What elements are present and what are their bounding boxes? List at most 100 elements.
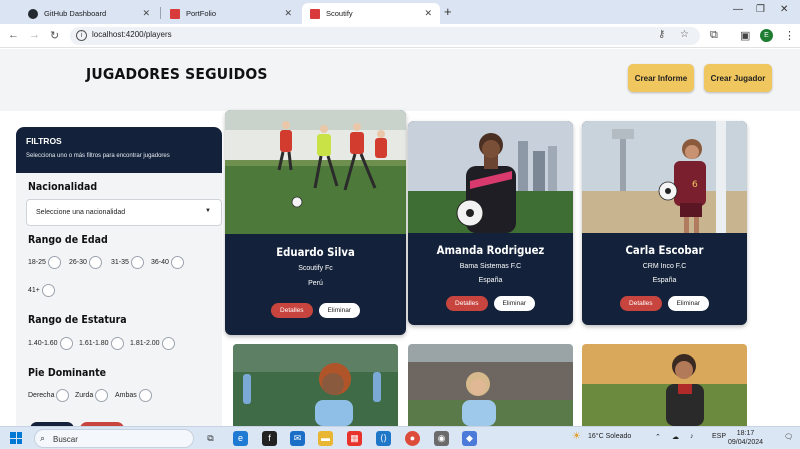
close-tab-icon[interactable]: ✕ [284, 8, 292, 19]
radio-button[interactable] [47, 256, 61, 269]
create-report-button[interactable]: Crear Informe [628, 64, 694, 92]
player-info: Amanda Rodriguez Bama Sistemas F.C Españ… [408, 243, 573, 284]
network-icon[interactable]: ☁ [672, 433, 679, 441]
edge-icon[interactable]: e [233, 431, 248, 446]
taskbar-search[interactable]: ⌕ Buscar [34, 429, 194, 448]
height-option-1[interactable]: 1.40-1.60 [28, 337, 73, 350]
key-icon[interactable]: ⚷ [658, 29, 665, 40]
search-icon: ⌕ [40, 433, 46, 443]
radio-button[interactable] [161, 337, 175, 350]
side-panel-icon[interactable]: ▣ [740, 29, 750, 42]
age-option-36-40[interactable]: 36-40 [151, 256, 184, 269]
player-card[interactable] [408, 344, 573, 426]
player-photo-image [408, 344, 573, 426]
foot-option-left[interactable]: Zurda [75, 389, 109, 402]
card-actions: Detalles Eliminar [408, 296, 573, 311]
file-explorer-icon[interactable]: ▬ [318, 431, 333, 446]
weather-icon: ☀ [572, 431, 581, 442]
height-option-3[interactable]: 1.81-2.00 [130, 337, 175, 350]
office-icon[interactable]: ▦ [347, 431, 362, 446]
option-label: Derecha [28, 392, 55, 399]
reload-icon[interactable]: ↻ [50, 29, 59, 42]
details-button[interactable]: Detalles [446, 296, 488, 311]
radio-button[interactable] [138, 389, 152, 402]
radio-button[interactable] [41, 284, 55, 297]
site-info-icon[interactable]: i [76, 30, 87, 41]
app-icon[interactable]: ◆ [462, 431, 477, 446]
filters-title: FILTROS [26, 136, 62, 146]
github-icon [28, 8, 38, 19]
mail-icon[interactable]: ✉ [290, 431, 305, 446]
tab-scoutify[interactable]: Scoutify ✕ [302, 3, 440, 24]
age-option-18-25[interactable]: 18-25 [28, 256, 61, 269]
nationality-select[interactable]: Seleccione una nacionalidad ▼ [26, 199, 222, 226]
tray-chevron-icon[interactable]: ⌃ [655, 433, 661, 441]
profile-avatar[interactable]: E [760, 29, 773, 42]
extensions-icon[interactable]: ⧉ [710, 29, 718, 42]
vscode-icon[interactable]: ⟨⟩ [376, 431, 391, 446]
tab-separator [160, 7, 161, 19]
delete-button[interactable]: Eliminar [667, 296, 709, 311]
tab-portfolio[interactable]: PortFolio ✕ [162, 3, 300, 24]
taskbar-clock[interactable]: 18:17 09/04/2024 [728, 429, 763, 447]
details-button[interactable]: Detalles [271, 303, 313, 318]
option-label: 18-25 [28, 259, 46, 266]
player-card[interactable] [233, 344, 398, 426]
address-bar[interactable]: i localhost:4200/players ⚷ ☆ [70, 27, 700, 45]
language-indicator[interactable]: ESP [712, 433, 726, 440]
volume-icon[interactable]: ♪ [690, 433, 694, 440]
radio-button[interactable] [170, 256, 184, 269]
tab-github-dashboard[interactable]: GitHub Dashboard ✕ [20, 3, 158, 24]
foot-option-both[interactable]: Ambas [115, 389, 152, 402]
radio-button[interactable] [56, 389, 70, 402]
menu-icon[interactable]: ⋮ [784, 29, 795, 42]
figma-icon[interactable]: f [262, 431, 277, 446]
radio-button[interactable] [88, 256, 102, 269]
player-card[interactable]: Eduardo Silva Scoutify Fc Perú Detalles … [225, 110, 406, 335]
create-player-button[interactable]: Crear Jugador [704, 64, 772, 92]
minimize-icon[interactable]: — [733, 4, 743, 15]
foot-option-right[interactable]: Derecha [28, 389, 70, 402]
close-window-icon[interactable]: ✕ [780, 4, 788, 15]
height-option-2[interactable]: 1.61-1.80 [79, 337, 124, 350]
task-view-icon[interactable]: ⧉ [203, 431, 218, 446]
bookmark-star-icon[interactable]: ☆ [680, 29, 689, 40]
angular-icon [170, 8, 180, 19]
age-range-label: Rango de Edad [28, 234, 108, 246]
windows-start-icon[interactable] [10, 432, 22, 444]
tab-title: PortFolio [186, 9, 217, 18]
age-option-41-plus[interactable]: 41+ [28, 284, 55, 297]
player-card[interactable] [582, 344, 747, 426]
player-card[interactable]: Amanda Rodriguez Bama Sistemas F.C Españ… [408, 121, 573, 325]
option-label: Ambas [115, 392, 137, 399]
radio-button[interactable] [130, 256, 144, 269]
player-info: Carla Escobar CRM Inco F.C España [582, 243, 747, 284]
age-option-26-30[interactable]: 26-30 [69, 256, 102, 269]
player-card[interactable]: 6 Carla Escobar CRM Inco F.C España Deta… [582, 121, 747, 325]
player-photo-image [225, 110, 406, 234]
player-club: Scoutify Fc [298, 265, 333, 272]
taskbar-search-placeholder: Buscar [53, 435, 78, 444]
close-tab-icon[interactable]: ✕ [424, 8, 432, 19]
player-photo [225, 110, 406, 234]
chrome-icon[interactable]: ● [405, 431, 420, 446]
close-tab-icon[interactable]: ✕ [142, 8, 150, 19]
filters-panel: FILTROS Selecciona uno o más filtros par… [16, 127, 222, 426]
player-info: Eduardo Silva Scoutify Fc Perú [225, 245, 406, 287]
back-icon[interactable]: ← [8, 29, 19, 41]
weather-text[interactable]: 16°C Soleado [588, 433, 631, 440]
radio-button[interactable] [95, 389, 109, 402]
app-icon[interactable]: ◉ [434, 431, 449, 446]
restore-icon[interactable]: ❐ [756, 4, 765, 15]
radio-button[interactable] [110, 337, 124, 350]
delete-button[interactable]: Eliminar [318, 303, 360, 318]
new-tab-icon[interactable]: + [444, 4, 452, 19]
notifications-icon[interactable]: 🗨 [784, 433, 793, 441]
delete-button[interactable]: Eliminar [493, 296, 535, 311]
option-label: 1.40-1.60 [28, 340, 58, 347]
age-option-31-35[interactable]: 31-35 [111, 256, 144, 269]
radio-button[interactable] [59, 337, 73, 350]
details-button[interactable]: Detalles [620, 296, 662, 311]
angular-icon [310, 8, 320, 19]
forward-icon[interactable]: → [29, 29, 40, 41]
